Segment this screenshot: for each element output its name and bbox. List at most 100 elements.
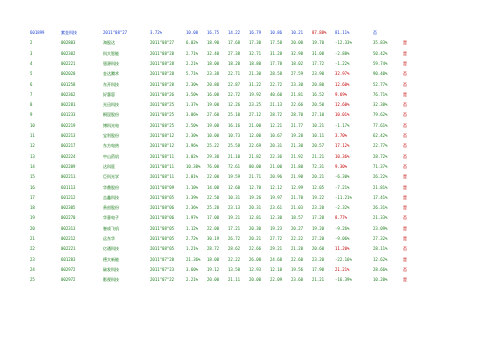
cell-col-10[interactable]: 20.80 bbox=[312, 82, 324, 87]
cell-col-12[interactable]: 17.41% bbox=[373, 195, 387, 200]
cell-col-0[interactable]: 8 bbox=[30, 103, 32, 107]
cell-col-10[interactable]: 19.70 bbox=[312, 41, 324, 45]
cell-col-13[interactable]: 否 bbox=[403, 247, 407, 251]
cell-col-11[interactable]: -11.21% bbox=[335, 195, 352, 200]
cell-col-5[interactable]: 16.00 bbox=[207, 92, 219, 97]
cell-col-0[interactable]: 24 bbox=[30, 267, 35, 272]
cell-col-12[interactable]: 62.42% bbox=[373, 134, 387, 138]
cell-col-6[interactable]: 12.26 bbox=[228, 103, 240, 107]
cell-col-10[interactable]: 16.52 bbox=[312, 92, 324, 97]
cell-col-7[interactable]: 20.30 bbox=[249, 226, 261, 231]
cell-col-0[interactable]: 15 bbox=[30, 175, 35, 179]
cell-col-8[interactable]: 17.58 bbox=[270, 41, 282, 45]
cell-col-3[interactable]: 2011"08"25 bbox=[150, 103, 174, 107]
cell-col-13[interactable]: 是 bbox=[403, 51, 407, 56]
cell-col-7[interactable]: 12.81 bbox=[249, 216, 261, 220]
cell-col-11[interactable]: -2.88% bbox=[335, 51, 349, 56]
cell-col-5[interactable]: 20.80 bbox=[207, 82, 219, 87]
cell-col-0[interactable]: 5 bbox=[30, 72, 32, 76]
cell-col-1[interactable]: 601233 bbox=[61, 113, 75, 117]
cell-col-5[interactable]: 22.00 bbox=[207, 175, 219, 179]
cell-col-10[interactable]: 19.20 bbox=[312, 226, 324, 231]
cell-col-5[interactable]: 28.72 bbox=[207, 247, 219, 251]
cell-col-13[interactable]: 是 bbox=[403, 41, 407, 45]
cell-col-3[interactable]: 2011"08"05 bbox=[150, 195, 174, 200]
cell-col-10[interactable]: 20.57 bbox=[312, 144, 324, 148]
cell-col-12[interactable]: 59.74% bbox=[373, 61, 387, 66]
cell-col-3[interactable]: 2011"08"12 bbox=[150, 134, 174, 138]
cell-col-4[interactable]: 3.02% bbox=[186, 154, 198, 159]
cell-col-13[interactable]: 否 bbox=[403, 154, 407, 159]
cell-col-13[interactable]: 否 bbox=[403, 123, 407, 128]
cell-col-6[interactable]: 16.16 bbox=[228, 123, 240, 128]
cell-col-8[interactable]: 24.68 bbox=[270, 257, 282, 262]
cell-col-4[interactable]: 3.96% bbox=[186, 144, 198, 148]
cell-col-5[interactable]: 20.00 bbox=[207, 278, 219, 282]
cell-col-3[interactable]: 2011"08"28 bbox=[150, 51, 174, 56]
cell-col-5[interactable]: 18.00 bbox=[207, 61, 219, 66]
cell-col-3[interactable]: 2011"08"28 bbox=[150, 72, 174, 76]
cell-col-5[interactable]: 29.30 bbox=[207, 154, 219, 159]
cell-col-0[interactable]: 11 bbox=[30, 134, 35, 138]
cell-col-3[interactable]: 2011"07"28 bbox=[150, 257, 174, 262]
cell-col-7[interactable]: 16.79 bbox=[249, 31, 261, 35]
cell-col-3[interactable]: 2011"07"22 bbox=[150, 278, 174, 282]
cell-col-3[interactable]: 2011"08"11 bbox=[150, 175, 174, 179]
cell-col-10[interactable]: 31.08 bbox=[312, 51, 324, 56]
cell-col-10[interactable]: 87.88% bbox=[312, 31, 326, 35]
cell-col-10[interactable]: 20.50 bbox=[312, 103, 324, 107]
cell-col-11[interactable]: -22.16% bbox=[335, 257, 352, 262]
cell-col-2[interactable]: 金达腾术 bbox=[103, 72, 119, 76]
cell-col-8[interactable]: 27.72 bbox=[270, 237, 282, 241]
cell-col-10[interactable]: 10.21 bbox=[312, 123, 324, 128]
cell-col-1[interactable]: 002362 bbox=[61, 92, 75, 97]
cell-col-8[interactable]: 28.72 bbox=[270, 113, 282, 117]
cell-col-2[interactable]: 贵创股份 bbox=[103, 206, 119, 210]
cell-col-8[interactable]: 19.97 bbox=[270, 195, 282, 200]
cell-col-6[interactable]: 22.22 bbox=[228, 257, 240, 262]
cell-col-6[interactable]: 22.87 bbox=[228, 82, 240, 87]
cell-col-8[interactable]: 22.36 bbox=[270, 154, 282, 159]
cell-col-13[interactable]: 否 bbox=[403, 113, 407, 117]
cell-col-9[interactable]: 21.77 bbox=[291, 123, 303, 128]
cell-col-10[interactable]: 27.20 bbox=[312, 237, 324, 241]
cell-col-5[interactable]: 23.38 bbox=[207, 72, 219, 76]
cell-col-7[interactable]: 20.31 bbox=[249, 206, 261, 210]
cell-col-6[interactable]: 19.21 bbox=[228, 216, 240, 220]
cell-col-12[interactable]: 12.62% bbox=[373, 257, 387, 262]
cell-col-10[interactable]: 23.20 bbox=[312, 206, 324, 210]
cell-col-11[interactable]: 10.36% bbox=[335, 154, 349, 159]
cell-col-13[interactable]: 是 bbox=[403, 257, 407, 262]
cell-col-4[interactable]: 2.71% bbox=[186, 51, 198, 56]
cell-col-6[interactable]: 10.31 bbox=[228, 195, 240, 200]
cell-col-2[interactable]: 达科医 bbox=[103, 164, 115, 169]
cell-col-5[interactable]: 25.20 bbox=[207, 206, 219, 210]
cell-col-6[interactable]: 22.72 bbox=[228, 92, 240, 97]
cell-col-8[interactable]: 20.96 bbox=[270, 175, 282, 179]
cell-col-9[interactable]: 22.22 bbox=[291, 237, 303, 241]
cell-col-8[interactable]: 20.31 bbox=[270, 144, 282, 148]
cell-col-13[interactable]: 是 bbox=[403, 237, 407, 241]
cell-col-4[interactable]: 1.97% bbox=[186, 216, 198, 220]
cell-col-5[interactable]: 76.00 bbox=[207, 164, 219, 169]
cell-col-12[interactable]: 77.61% bbox=[373, 123, 387, 128]
cell-col-11[interactable]: 12.60% bbox=[335, 82, 349, 87]
cell-col-11[interactable]: -16.39% bbox=[335, 278, 352, 282]
cell-col-0[interactable]: 18 bbox=[30, 206, 35, 210]
cell-col-8[interactable]: 22.72 bbox=[270, 82, 282, 87]
cell-col-1[interactable]: 002213 bbox=[61, 134, 75, 138]
cell-col-2[interactable]: 宝利股份 bbox=[103, 134, 119, 138]
cell-col-6[interactable]: 28.62 bbox=[228, 247, 240, 251]
cell-col-0[interactable]: 20 bbox=[30, 226, 35, 231]
cell-col-12[interactable]: 22.77% bbox=[373, 144, 387, 148]
cell-col-0[interactable]: 601899 bbox=[30, 31, 44, 35]
cell-col-0[interactable]: 3 bbox=[30, 51, 32, 56]
cell-col-11[interactable]: 8.77% bbox=[335, 216, 347, 220]
cell-col-7[interactable]: 19.26 bbox=[249, 195, 261, 200]
cell-col-7[interactable]: 32.71 bbox=[249, 51, 261, 56]
cell-col-5[interactable]: 27.60 bbox=[207, 113, 219, 117]
cell-col-8[interactable]: 17.78 bbox=[270, 61, 282, 66]
cell-col-0[interactable]: 7 bbox=[30, 92, 32, 97]
cell-col-3[interactable]: 2011"08"11 bbox=[150, 154, 174, 159]
cell-col-10[interactable]: 17.20 bbox=[312, 216, 324, 220]
